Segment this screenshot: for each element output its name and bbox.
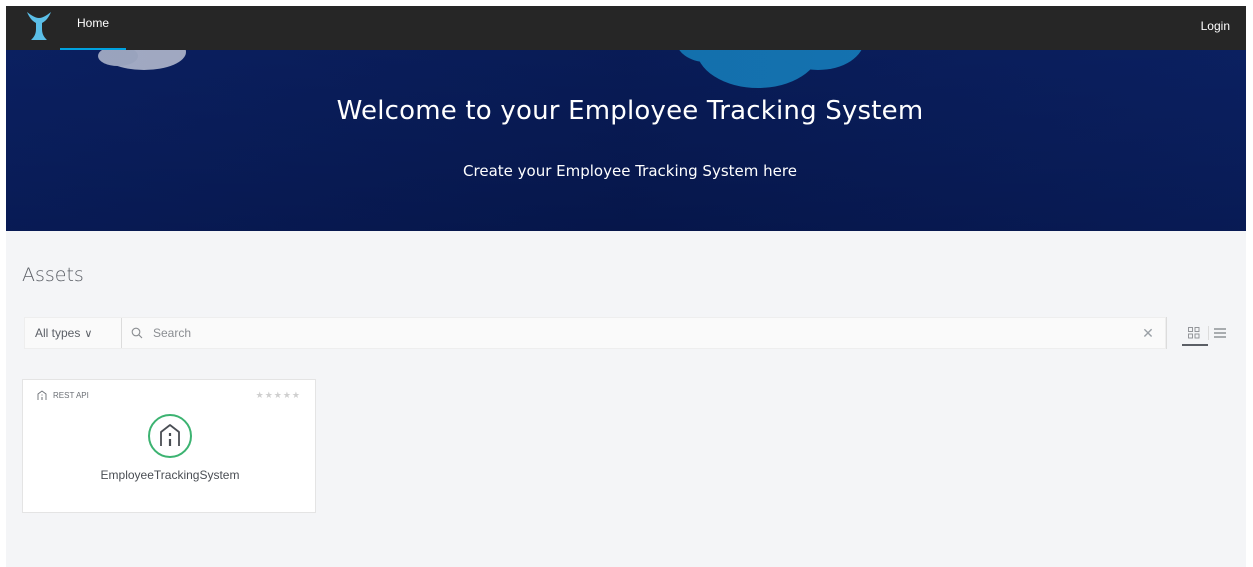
search-input[interactable] (153, 322, 1113, 344)
assets-heading: Assets (22, 264, 84, 286)
asset-type-text: REST API (53, 391, 89, 400)
hero-title: Welcome to your Employee Tracking System (336, 96, 924, 126)
list-icon (1214, 328, 1226, 338)
toolbar-divider (1166, 317, 1167, 349)
login-link[interactable]: Login (1201, 6, 1230, 46)
grid-view-toggle[interactable] (1182, 324, 1208, 346)
list-view-toggle[interactable] (1211, 324, 1231, 344)
search-icon (131, 327, 143, 339)
type-filter-label: All types (35, 326, 81, 340)
asset-card[interactable]: REST API ★★★★★ EmployeeTrackingSystem (22, 379, 316, 513)
hero-decoration-clouds (6, 50, 1246, 231)
asset-name: EmployeeTrackingSystem (100, 468, 240, 482)
rest-api-icon (148, 414, 192, 458)
hero-subtitle: Create your Employee Tracking System her… (463, 162, 797, 180)
grid-icon (1188, 327, 1200, 339)
filter-divider (121, 318, 122, 348)
asset-type-label: REST API (37, 390, 89, 402)
chevron-down-icon: ∨ (84, 328, 93, 340)
logo-icon[interactable] (26, 11, 52, 41)
top-nav: Home Login (6, 6, 1246, 50)
rating-stars[interactable]: ★★★★★ (256, 390, 301, 401)
app-page: Home Login Welcome to your Employee Trac… (6, 6, 1246, 567)
rest-api-icon (37, 390, 47, 401)
hero-banner: Welcome to your Employee Tracking System… (6, 50, 1246, 231)
clear-search-icon[interactable]: ✕ (1139, 324, 1157, 342)
nav-tab-home[interactable]: Home (60, 6, 126, 50)
type-filter-dropdown[interactable]: All types ∨ (35, 318, 92, 348)
view-toggle-divider (1208, 326, 1209, 340)
asset-filter-bar: All types∨ ✕ (24, 317, 1166, 349)
